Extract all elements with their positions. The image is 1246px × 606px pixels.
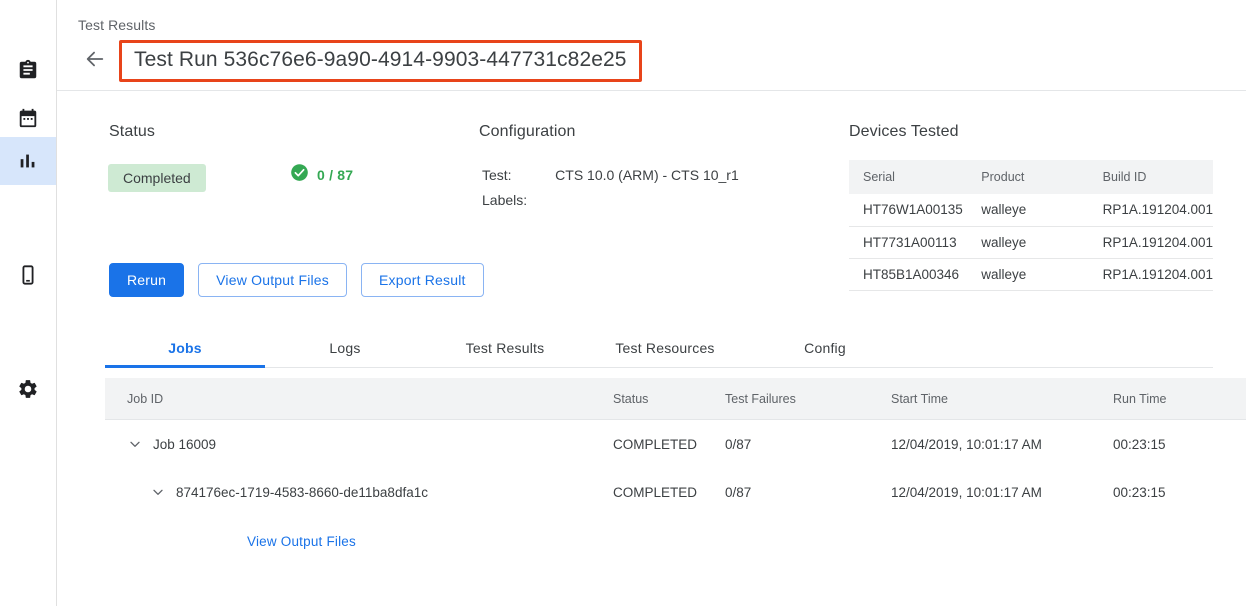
column-header-start-time: Start Time <box>891 392 1113 406</box>
job-id-cell[interactable]: Job 16009 <box>105 436 613 452</box>
cell-serial: HT76W1A00135 <box>849 194 967 226</box>
chevron-down-icon[interactable] <box>127 436 153 452</box>
header-divider <box>57 90 1246 91</box>
tab-jobs[interactable]: Jobs <box>105 330 265 367</box>
sidebar-item-test-results[interactable] <box>0 137 56 185</box>
status-badge: Completed <box>108 164 206 192</box>
config-key: Test: <box>482 167 553 190</box>
devices-heading: Devices Tested <box>849 123 959 141</box>
status-heading: Status <box>109 123 155 141</box>
table-row[interactable]: 874176ec-1719-4583-8660-de11ba8dfa1c COM… <box>105 468 1246 516</box>
breadcrumb[interactable]: Test Results <box>78 17 155 33</box>
tab-test-resources[interactable]: Test Resources <box>585 330 745 367</box>
cell-start-time: 12/04/2019, 10:01:17 AM <box>891 485 1113 500</box>
cell-status: COMPLETED <box>613 437 725 452</box>
table-row[interactable]: HT76W1A00135 walleye RP1A.191204.001 <box>849 194 1213 226</box>
cell-run-time: 00:23:15 <box>1113 485 1233 500</box>
pass-summary: 0 / 87 <box>290 163 353 187</box>
job-id-cell[interactable]: 874176ec-1719-4583-8660-de11ba8dfa1c <box>105 484 613 500</box>
sidebar-item-test-suites[interactable] <box>0 46 56 94</box>
column-header-test-failures: Test Failures <box>725 392 891 406</box>
view-output-files-link[interactable]: View Output Files <box>247 534 356 549</box>
sidebar <box>0 0 57 606</box>
cell-status: COMPLETED <box>613 485 725 500</box>
cell-test-failures: 0/87 <box>725 485 891 500</box>
cell-test-failures: 0/87 <box>725 437 891 452</box>
sidebar-item-devices[interactable] <box>0 251 56 299</box>
column-header-run-time: Run Time <box>1113 392 1233 406</box>
arrow-left-icon <box>84 48 106 75</box>
chevron-down-icon[interactable] <box>150 484 176 500</box>
jobs-header-row: Job ID Status Test Failures Start Time R… <box>105 378 1246 420</box>
action-buttons: Rerun View Output Files Export Result <box>109 263 484 297</box>
column-header-product: Product <box>967 160 1088 194</box>
tab-test-results[interactable]: Test Results <box>425 330 585 367</box>
column-header-job-id: Job ID <box>105 392 613 406</box>
column-header-serial: Serial <box>849 160 967 194</box>
output-files-link-row: View Output Files <box>105 516 1246 566</box>
view-output-files-button[interactable]: View Output Files <box>198 263 347 297</box>
gear-icon <box>17 378 39 400</box>
sidebar-item-schedules[interactable] <box>0 94 56 142</box>
config-row: Labels: <box>482 192 739 215</box>
cell-serial: HT85B1A00346 <box>849 258 967 290</box>
config-key: Labels: <box>482 192 553 215</box>
back-button[interactable] <box>78 44 112 78</box>
table-row[interactable]: Job 16009 COMPLETED 0/87 12/04/2019, 10:… <box>105 420 1246 468</box>
cell-product: walleye <box>967 194 1088 226</box>
cell-build-id: RP1A.191204.001 <box>1089 194 1213 226</box>
table-row[interactable]: HT7731A00113 walleye RP1A.191204.001 <box>849 226 1213 258</box>
cell-build-id: RP1A.191204.001 <box>1089 258 1213 290</box>
title-row: Test Run 536c76e6-9a90-4914-9903-447731c… <box>78 40 642 82</box>
config-value <box>555 192 739 215</box>
devices-header-row: Serial Product Build ID <box>849 160 1213 194</box>
config-row: Test: CTS 10.0 (ARM) - CTS 10_r1 <box>482 167 739 190</box>
column-header-status: Status <box>613 392 725 406</box>
sidebar-item-settings[interactable] <box>0 365 56 413</box>
cell-build-id: RP1A.191204.001 <box>1089 226 1213 258</box>
configuration-heading: Configuration <box>479 123 575 141</box>
devices-tested-table: Serial Product Build ID HT76W1A00135 wal… <box>849 160 1213 291</box>
pass-count: 0 / 87 <box>317 167 353 183</box>
configuration-table: Test: CTS 10.0 (ARM) - CTS 10_r1 Labels: <box>480 165 741 217</box>
tab-bar: Jobs Logs Test Results Test Resources Co… <box>105 330 1213 368</box>
tab-config[interactable]: Config <box>745 330 905 367</box>
rerun-button[interactable]: Rerun <box>109 263 184 297</box>
main-content: Test Results Test Run 536c76e6-9a90-4914… <box>57 0 1246 606</box>
column-header-build-id: Build ID <box>1089 160 1213 194</box>
clipboard-icon <box>17 59 39 81</box>
job-id-label: 874176ec-1719-4583-8660-de11ba8dfa1c <box>176 485 428 500</box>
cell-product: walleye <box>967 258 1088 290</box>
tab-logs[interactable]: Logs <box>265 330 425 367</box>
jobs-table: Job ID Status Test Failures Start Time R… <box>105 378 1246 566</box>
calendar-icon <box>17 107 39 129</box>
page-title: Test Run 536c76e6-9a90-4914-9903-447731c… <box>134 48 627 72</box>
test-run-details-page: Test Results Test Run 536c76e6-9a90-4914… <box>0 0 1246 606</box>
cell-start-time: 12/04/2019, 10:01:17 AM <box>891 437 1113 452</box>
export-result-button[interactable]: Export Result <box>361 263 484 297</box>
table-row[interactable]: HT85B1A00346 walleye RP1A.191204.001 <box>849 258 1213 290</box>
cell-product: walleye <box>967 226 1088 258</box>
cell-run-time: 00:23:15 <box>1113 437 1233 452</box>
cell-serial: HT7731A00113 <box>849 226 967 258</box>
job-id-label: Job 16009 <box>153 437 216 452</box>
title-highlight-box: Test Run 536c76e6-9a90-4914-9903-447731c… <box>119 40 642 82</box>
check-circle-icon <box>290 163 309 187</box>
config-value: CTS 10.0 (ARM) - CTS 10_r1 <box>555 167 739 190</box>
device-icon <box>17 264 39 286</box>
bar-chart-icon <box>17 150 39 172</box>
